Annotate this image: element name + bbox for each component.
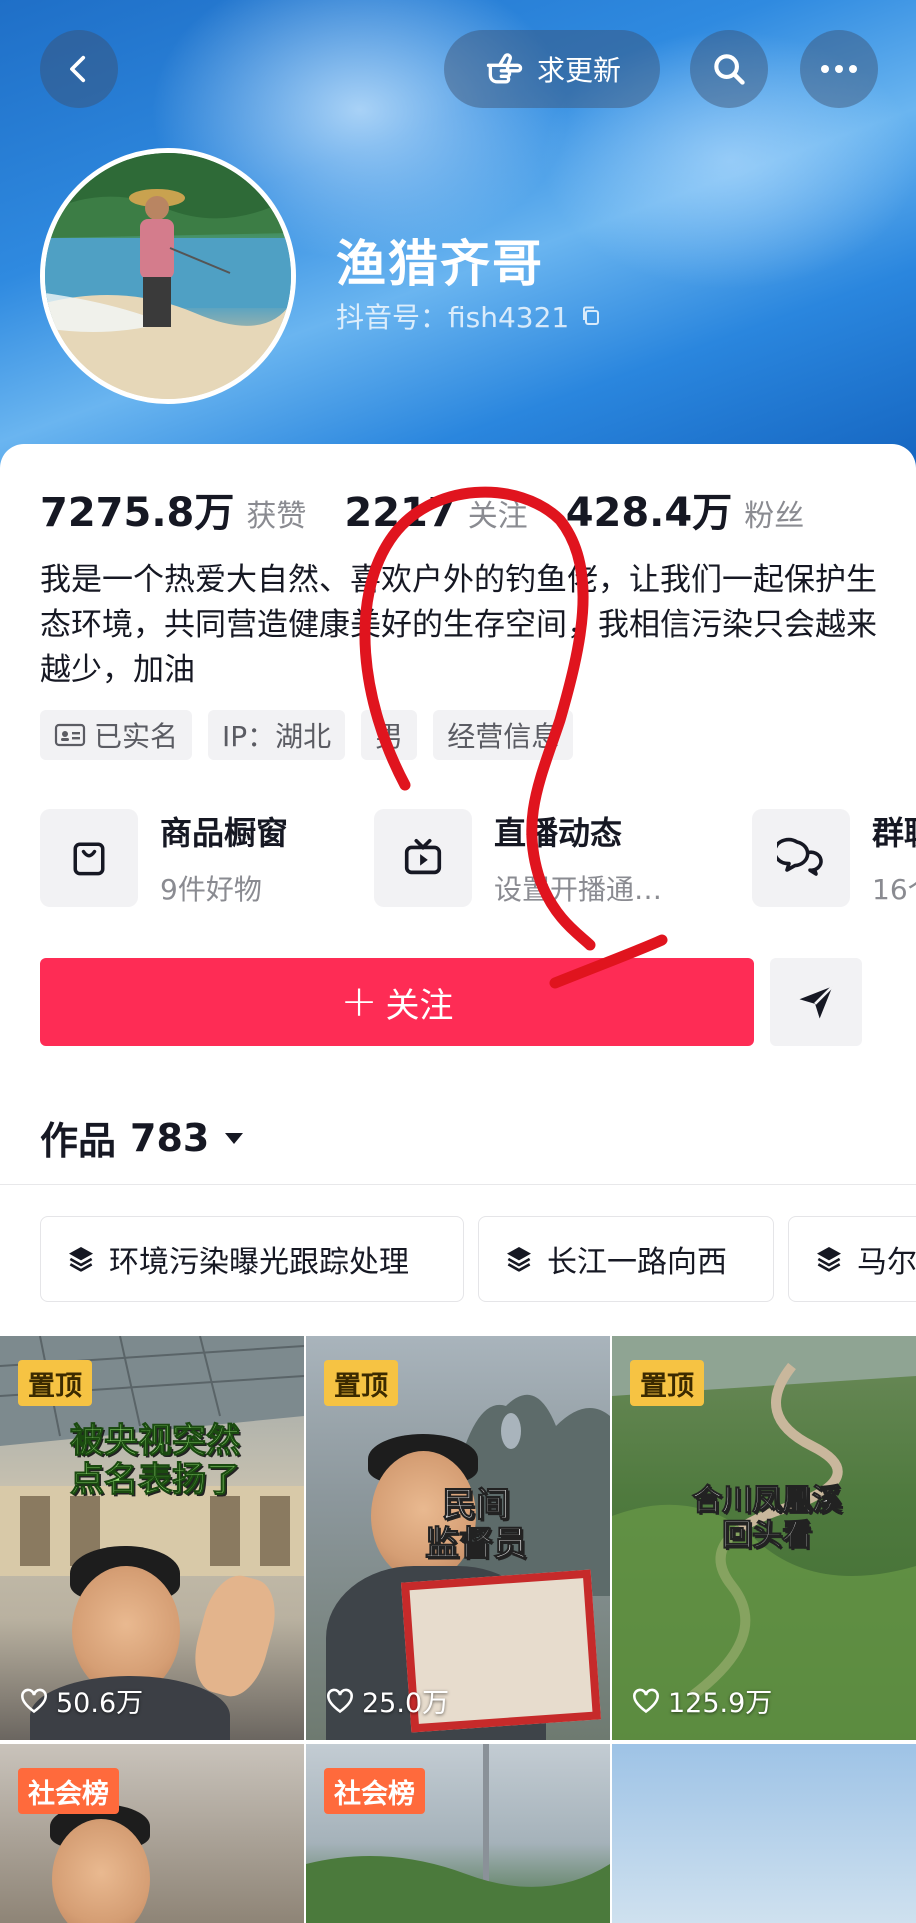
video-overlay-text: 被央视突然 点名表扬了: [70, 1421, 241, 1501]
tv-play-icon: [374, 809, 472, 907]
gender-tag-label: 男: [375, 720, 404, 753]
heart-icon: [21, 1688, 47, 1713]
profile-bio: 我是一个热爱大自然、喜欢户外的钓鱼佬，让我们一起保护生态环境，共同营造健康美好的…: [40, 562, 877, 688]
ip-tag: IP：湖北: [208, 710, 346, 760]
feature-group-chat[interactable]: 群聊 16个群聊: [752, 808, 916, 908]
pinned-badge: 置顶: [630, 1360, 704, 1406]
pinned-badge: 置顶: [18, 1360, 92, 1406]
video-thumbnail[interactable]: 民间 监督员 置顶 25.0万: [306, 1336, 610, 1740]
copy-icon[interactable]: [579, 304, 603, 328]
video-likes-count: 50.6万: [56, 1688, 144, 1719]
business-info-label: 经营信息: [447, 720, 560, 753]
pinned-badge: 置顶: [324, 1360, 398, 1406]
video-likes-count: 125.9万: [668, 1688, 773, 1719]
heart-icon: [327, 1688, 353, 1713]
avatar[interactable]: [40, 148, 296, 404]
gender-tag: 男: [361, 710, 418, 760]
feature-title: 商品橱窗: [160, 814, 289, 852]
heart-icon: [633, 1688, 659, 1713]
request-update-button[interactable]: 求更新: [444, 30, 660, 108]
avatar-photo: [45, 153, 291, 399]
likes-label: 获赞: [246, 499, 307, 534]
feature-subtitle: 16个群聊: [872, 873, 916, 906]
ip-tag-label: IP：湖北: [222, 720, 332, 753]
follow-label: 关注: [385, 985, 454, 1026]
video-overlay-text: 民间 监督员: [425, 1485, 528, 1565]
feature-subtitle: 9件好物: [160, 873, 262, 906]
search-button[interactable]: [690, 30, 768, 108]
chat-bubbles-icon: [752, 809, 850, 907]
collection-chip[interactable]: 环境污染曝光跟踪处理: [40, 1216, 464, 1302]
profile-name: 渔猎齐哥: [336, 235, 544, 293]
feature-title: 群聊: [872, 814, 916, 852]
request-update-label: 求更新: [536, 54, 621, 87]
video-overlay-text: 合川凤凰溪 回头看: [692, 1483, 843, 1553]
caret-down-icon: [225, 1132, 244, 1144]
video-thumbnail[interactable]: [612, 1744, 916, 1923]
layers-icon: [69, 1247, 93, 1272]
collection-chip[interactable]: 长江一路向西: [478, 1216, 774, 1302]
section-divider: [0, 1184, 916, 1185]
followers-count[interactable]: 428.4万: [566, 480, 733, 538]
video-thumbnail[interactable]: 社会榜: [0, 1744, 304, 1923]
video-likes-count: 25.0万: [362, 1688, 450, 1719]
profile-stats: 7275.8万 获赞 2217 关注 428.4万 粉丝: [40, 480, 842, 538]
plus-icon: +: [340, 976, 378, 1027]
profile-tags: 已实名 IP：湖北 男 经营信息: [40, 710, 574, 760]
back-button[interactable]: [40, 30, 118, 108]
collection-chip[interactable]: 马尔: [788, 1216, 916, 1302]
douyin-id: 抖音号：fish4321: [336, 296, 603, 336]
shopping-bag-icon: [40, 809, 138, 907]
video-thumbnail[interactable]: 社会榜: [306, 1744, 610, 1923]
followers-label: 粉丝: [744, 499, 805, 534]
collection-label: 长江一路向西: [547, 1245, 727, 1280]
more-button[interactable]: [800, 30, 878, 108]
works-label: 作品: [40, 1119, 117, 1163]
collection-label: 环境污染曝光跟踪处理: [109, 1245, 409, 1280]
likes-count[interactable]: 7275.8万: [40, 480, 234, 538]
video-likes: 25.0万: [326, 1681, 449, 1720]
trending-badge: 社会榜: [18, 1768, 119, 1814]
video-thumbnail[interactable]: 被央视突然 点名表扬了 置顶 50.6万: [0, 1336, 304, 1740]
verified-tag[interactable]: 已实名: [40, 710, 193, 760]
business-info-tag[interactable]: 经营信息: [433, 710, 574, 760]
trending-badge: 社会榜: [324, 1768, 425, 1814]
verified-tag-label: 已实名: [94, 720, 179, 753]
search-icon: [714, 54, 745, 85]
feature-row: 商品橱窗 9件好物 直播动态 设置开播通… 群聊 16个群聊: [40, 808, 916, 908]
video-likes: 125.9万: [632, 1681, 772, 1720]
video-likes: 50.6万: [20, 1681, 143, 1720]
feature-shop-window[interactable]: 商品橱窗 9件好物: [40, 808, 288, 908]
more-dots-icon: [821, 65, 857, 73]
works-count: 783: [130, 1115, 210, 1160]
video-thumbnail[interactable]: 合川凤凰溪 回头看 置顶 125.9万: [612, 1336, 916, 1740]
layers-icon: [507, 1247, 531, 1272]
collection-label: 马尔: [857, 1245, 916, 1280]
message-button[interactable]: [770, 958, 862, 1046]
follow-button[interactable]: + 关注: [40, 958, 754, 1046]
feature-title: 直播动态: [494, 814, 623, 852]
works-tab[interactable]: 作品 783: [40, 1110, 245, 1165]
following-label: 关注: [467, 499, 528, 534]
chevron-left-icon: [70, 55, 86, 83]
send-icon: [799, 985, 834, 1019]
feature-subtitle: 设置开播通…: [494, 873, 663, 906]
id-card-icon: [54, 723, 86, 747]
collections-row: 环境污染曝光跟踪处理 长江一路向西 马尔: [40, 1216, 916, 1302]
douyin-id-text: 抖音号：fish4321: [336, 301, 570, 334]
following-count[interactable]: 2217: [344, 490, 455, 536]
pointing-hand-icon: [486, 53, 523, 84]
layers-icon: [817, 1247, 841, 1272]
feature-live-updates[interactable]: 直播动态 设置开播通…: [374, 808, 662, 908]
